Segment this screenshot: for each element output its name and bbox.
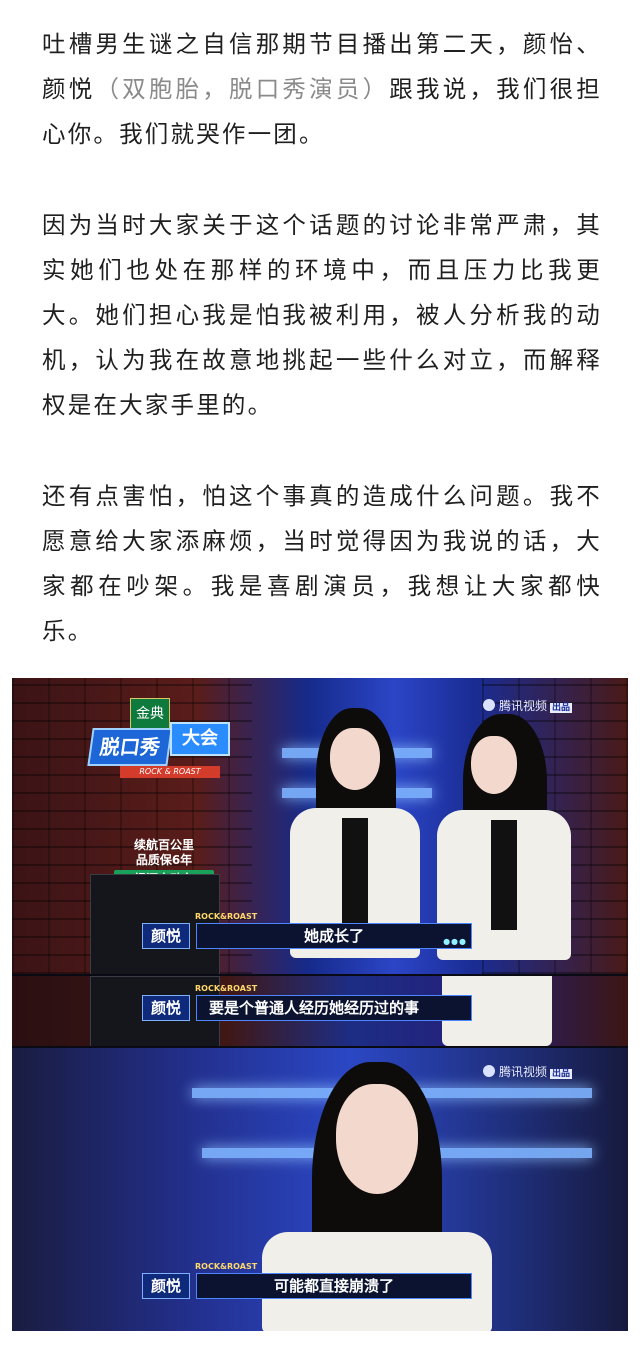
subtitle-text: 可能都直接崩溃了 (274, 1277, 395, 1295)
speaker-name: 颜悦 (142, 1273, 191, 1299)
ad-line-1: 续航百公里 (133, 838, 194, 852)
top (342, 818, 368, 928)
paragraph-3: 还有点害怕，怕这个事真的造成什么问题。我不愿意给大家添麻烦，当时觉得因为我说的话… (42, 482, 602, 645)
play-icon (482, 699, 495, 711)
subtitle-2: 颜悦 ROCK&ROAST 要是个普通人经历她经历过的事 (142, 984, 473, 1021)
subtitle-text: 要是个普通人经历她经历过的事 (209, 999, 420, 1017)
subtitle-bar: ROCK&ROAST 要是个普通人经历她经历过的事 (195, 984, 473, 1021)
speaker-name: 颜悦 (142, 995, 191, 1021)
watermark-tag: 出品 (549, 1069, 572, 1079)
video-screenshot-collage: 金典 脱口秀 大会 ROCK & ROAST 续航百公里 品质保6年 绿源电动车… (12, 678, 628, 1331)
watermark-text: 腾讯视频 (498, 699, 547, 713)
sponsor-badge: 金典 (130, 698, 170, 730)
paragraph-1-aside: （双胞胎，脱口秀演员） (95, 75, 390, 103)
caption-tag: ROCK&ROAST (195, 912, 258, 921)
video-frame-middle: 颜悦 ROCK&ROAST 要是个普通人经历她经历过的事 (12, 974, 628, 1046)
face (330, 728, 380, 790)
face (471, 736, 517, 794)
subtitle-1: 颜悦 ROCK&ROAST 她成长了 ●●● (142, 912, 473, 949)
paragraph-2: 因为当时大家关于这个话题的讨论非常严肃，其实她们也处在那样的环境中，而且压力比我… (42, 211, 602, 419)
video-frame-top: 金典 脱口秀 大会 ROCK & ROAST 续航百公里 品质保6年 绿源电动车… (12, 678, 628, 974)
paragraph-1: 吐槽男生谜之自信那期节目播出第二天，颜怡、颜悦（双胞胎，脱口秀演员）跟我说，我们… (42, 22, 602, 157)
show-logo: 金典 脱口秀 大会 ROCK & ROAST (87, 698, 240, 798)
show-subtitle: ROCK & ROAST (120, 766, 220, 778)
top (491, 820, 517, 930)
article-body: 吐槽男生谜之自信那期节目播出第二天，颜怡、颜悦（双胞胎，脱口秀演员）跟我说，我们… (42, 22, 602, 700)
ad-line-2: 品质保6年 (135, 853, 193, 867)
video-watermark: 腾讯视频 出品 (482, 1064, 572, 1082)
subtitle-text: 她成长了 (304, 927, 365, 945)
caption-dots: ●●● (443, 937, 468, 946)
subtitle-bar: ROCK&ROAST 可能都直接崩溃了 (195, 1262, 473, 1299)
watermark-tag: 出品 (549, 703, 572, 713)
speaker-name: 颜悦 (142, 923, 191, 949)
subtitle-3: 颜悦 ROCK&ROAST 可能都直接崩溃了 (142, 1262, 473, 1299)
video-frame-bottom: 腾讯视频 出品 颜悦 ROCK&ROAST 可能都直接崩溃了 (12, 1046, 628, 1331)
show-title-2: 大会 (170, 722, 230, 756)
face (336, 1084, 418, 1194)
show-title: 脱口秀 (87, 728, 173, 766)
caption-tag: ROCK&ROAST (195, 984, 258, 993)
caption-tag: ROCK&ROAST (195, 1262, 258, 1271)
watermark-text: 腾讯视频 (498, 1065, 547, 1079)
subtitle-bar: ROCK&ROAST 她成长了 ●●● (195, 912, 473, 949)
